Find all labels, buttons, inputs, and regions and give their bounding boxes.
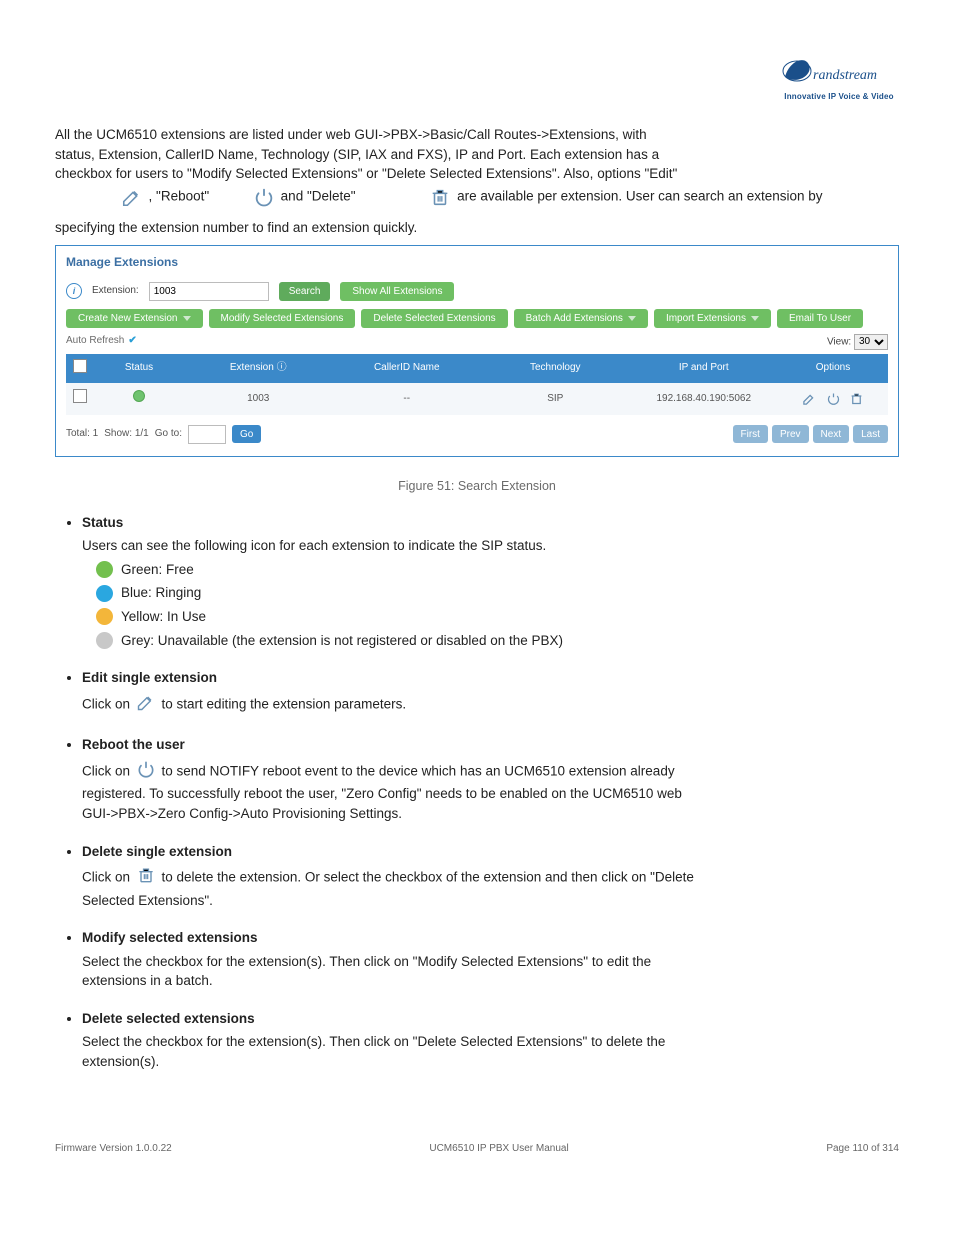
section-reboot-title: Reboot the user — [82, 735, 899, 755]
column-header-extension[interactable]: Extension ⓘ — [184, 354, 333, 384]
notes-list: Status Users can see the following icon … — [55, 513, 899, 1072]
trash-icon — [136, 865, 156, 891]
manage-extensions-panel: Manage Extensions i Extension: Search Sh… — [55, 245, 899, 456]
section-delete-selected-title: Delete selected extensions — [82, 1009, 899, 1029]
panel-title: Manage Extensions — [66, 254, 888, 271]
status-dot-free — [96, 561, 113, 578]
import-extensions-button[interactable]: Import Extensions — [654, 309, 771, 328]
pager-goto-label: Go to: — [155, 427, 182, 442]
brand-logo: randstream Innovative IP Voice & Video — [779, 55, 899, 103]
intro-tail: specifying the extension number to find … — [55, 218, 795, 238]
page-footer: Firmware Version 1.0.0.22 UCM6510 IP PBX… — [55, 1142, 899, 1157]
chevron-down-icon — [751, 316, 759, 321]
status-label: Green: Free — [121, 560, 194, 580]
section-status-title: Status — [82, 513, 899, 533]
reboot-icon — [253, 186, 275, 208]
table-row: 1003 -- SIP 192.168.40.190:5062 — [66, 383, 888, 415]
extensions-table: Status Extension ⓘ CallerID Name Technol… — [66, 354, 888, 415]
status-label: Yellow: In Use — [121, 607, 206, 627]
pager-prev-button[interactable]: Prev — [772, 425, 809, 443]
column-header-checkbox[interactable] — [66, 354, 94, 384]
cell-technology: SIP — [481, 383, 630, 415]
trash-icon — [429, 186, 451, 208]
cell-extension: 1003 — [184, 383, 333, 415]
delete-selected-button[interactable]: Delete Selected Extensions — [361, 309, 507, 328]
check-icon: ✔ — [128, 334, 136, 349]
svg-text:randstream: randstream — [813, 68, 877, 83]
pager-goto-input[interactable] — [188, 425, 226, 444]
trash-icon[interactable] — [846, 393, 867, 404]
pager-go-button[interactable]: Go — [232, 425, 261, 443]
column-header-options: Options — [778, 354, 888, 384]
intro-paragraph: All the UCM6510 extensions are listed un… — [55, 125, 795, 184]
status-dot-free — [133, 390, 145, 402]
grandstream-logo-icon: randstream — [779, 55, 899, 91]
footer-page: Page 110 of 314 — [826, 1142, 899, 1157]
edit-icon[interactable] — [799, 393, 820, 404]
info-icon: i — [66, 283, 82, 299]
footer-firmware: Firmware Version 1.0.0.22 — [55, 1142, 172, 1157]
reboot-icon[interactable] — [823, 393, 844, 404]
show-all-extensions-button[interactable]: Show All Extensions — [340, 282, 454, 301]
pager-total: Total: 1 — [66, 427, 98, 442]
status-dot-unavailable — [96, 632, 113, 649]
chevron-down-icon — [628, 316, 636, 321]
modify-selected-button[interactable]: Modify Selected Extensions — [209, 309, 356, 328]
footer-product: UCM6510 IP PBX User Manual — [429, 1142, 568, 1157]
search-button[interactable]: Search — [279, 282, 331, 301]
cell-callerid: -- — [333, 383, 482, 415]
create-new-extension-button[interactable]: Create New Extension — [66, 309, 203, 328]
status-label: Grey: Unavailable (the extension is not … — [121, 631, 563, 651]
pager-last-button[interactable]: Last — [853, 425, 888, 443]
edit-icon — [136, 692, 156, 718]
section-edit-title: Edit single extension — [82, 668, 899, 688]
column-header-callerid[interactable]: CallerID Name — [333, 354, 482, 384]
pager-show: Show: 1/1 — [104, 427, 148, 442]
status-label: Blue: Ringing — [121, 583, 201, 603]
table-pager: Total: 1 Show: 1/1 Go to: Go First Prev … — [66, 425, 888, 444]
batch-add-button[interactable]: Batch Add Extensions — [514, 309, 648, 328]
figure-caption: Figure 51: Search Extension — [55, 477, 899, 495]
pager-first-button[interactable]: First — [733, 425, 768, 443]
section-status-desc: Users can see the following icon for eac… — [82, 536, 899, 556]
auto-refresh-toggle[interactable]: Auto Refresh ✔ — [66, 334, 137, 349]
reboot-icon — [136, 759, 156, 785]
row-checkbox[interactable] — [73, 389, 87, 403]
status-dot-inuse — [96, 608, 113, 625]
column-header-status[interactable]: Status — [94, 354, 184, 384]
column-header-ipport[interactable]: IP and Port — [630, 354, 779, 384]
search-row: i Extension: Search Show All Extensions — [66, 282, 888, 301]
section-modify-selected-title: Modify selected extensions — [82, 928, 899, 948]
section-delete-single-title: Delete single extension — [82, 842, 899, 862]
pager-next-button[interactable]: Next — [813, 425, 850, 443]
edit-icon — [121, 186, 143, 208]
status-dot-ringing — [96, 585, 113, 602]
intro-icon-row: , "Reboot" and "Delete" are available pe… — [55, 186, 899, 208]
chevron-down-icon — [183, 316, 191, 321]
action-buttons-row: Create New Extension Modify Selected Ext… — [66, 309, 888, 328]
column-header-technology[interactable]: Technology — [481, 354, 630, 384]
cell-ipport: 192.168.40.190:5062 — [630, 383, 779, 415]
view-selector[interactable]: View: 30 — [827, 334, 888, 350]
extension-input[interactable] — [149, 282, 269, 301]
extension-label: Extension: — [92, 284, 139, 299]
email-to-user-button[interactable]: Email To User — [777, 309, 863, 328]
